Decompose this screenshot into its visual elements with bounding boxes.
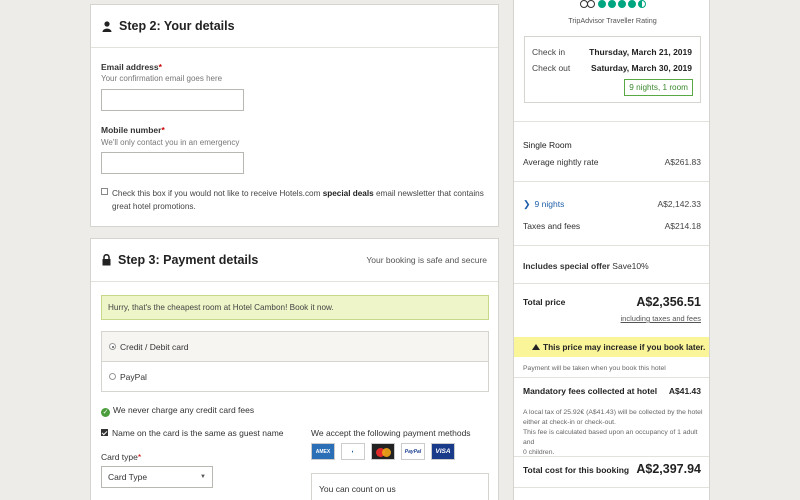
chevron-down-icon: ▼ [200,474,206,480]
arrow-up-icon [532,344,540,350]
avg-rate-value: A$261.83 [664,157,701,167]
checkin-label: Check in [532,47,566,57]
chevron-right-icon: ❯ [523,199,531,209]
local-tax-note: A local tax of 25.92€ (A$41.43) will be … [523,409,703,456]
newsletter-text: Check this box if you would not like to … [112,189,484,211]
payment-note: Payment will be taken when you book this… [523,365,666,372]
divider [514,456,709,457]
mandatory-fees-value: A$41.43 [668,386,701,396]
nights-value: A$2,142.33 [657,199,701,209]
email-hint: Your confirmation email goes here [101,74,223,83]
rating-bubble-icon [628,0,636,8]
step2-header: Step 2: Your details [91,5,498,48]
cheapest-room-alert: Hurry, that's the cheapest room at Hotel… [101,295,489,320]
visa-logo: VISA [431,443,455,460]
rating-label: TripAdvisor Traveller Rating [568,16,657,25]
room-type: Single Room [523,140,572,150]
checkin-value: Thursday, March 21, 2019 [589,47,692,57]
incl-taxes-link[interactable]: including taxes and fees [621,314,701,323]
newsletter-checkbox[interactable] [101,188,108,195]
step3-header: Step 3: Payment details Your booking is … [91,239,498,282]
mobile-field[interactable] [101,152,244,174]
booking-summary: TripAdvisor Traveller Rating Check in Th… [513,0,710,500]
avg-rate-label: Average nightly rate [523,157,599,167]
nights-rooms-badge: 9 nights, 1 room [624,79,693,96]
divider [514,121,709,122]
rating-bubble-icon [618,0,626,8]
no-charge-note: ✓ We never charge any credit card fees [101,405,255,417]
total-price-value: A$2,356.51 [636,295,701,309]
radio-paypal[interactable] [109,373,116,380]
step2-card: Step 2: Your details Email address* Your… [90,4,499,227]
name-same-checkbox[interactable] [101,429,108,436]
stay-dates: Check in Thursday, March 21, 2019 Check … [524,36,701,103]
divider [514,377,709,378]
special-offer: Includes special offer Save10% [523,261,649,271]
mandatory-fees-label: Mandatory fees collected at hotel [523,386,658,396]
tripadvisor-owl-icon [580,0,595,8]
option-label: PayPal [120,372,147,382]
lock-icon [102,254,111,266]
count-on-us-box: You can count on us [311,473,489,500]
option-credit-card[interactable]: Credit / Debit card [102,332,488,362]
total-price-label: Total price [523,297,566,307]
checkout-label: Check out [532,63,571,73]
name-same-label: Name on the card is the same as guest na… [112,428,284,438]
divider [514,487,709,488]
check-circle-icon: ✓ [101,408,110,417]
card-type-select[interactable]: Card Type ▼ [101,466,213,488]
radio-credit-card[interactable] [109,343,116,350]
rating-half-bubble-icon [638,0,646,8]
total-cost-label: Total cost for this booking [523,465,630,475]
rating-bubble-icon [598,0,606,8]
card-type-label: Card type* [101,452,142,462]
taxes-label: Taxes and fees [523,221,581,231]
diners-logo: ◐ [341,443,365,460]
step3-title: Step 3: Payment details [118,253,259,267]
price-increase-warning: This price may increase if you book late… [514,337,709,357]
option-paypal[interactable]: PayPal [102,362,488,392]
tripadvisor-rating [580,0,648,8]
divider [514,283,709,284]
person-icon [102,20,112,32]
payment-methods: AMEX ◐ PayPal VISA [311,443,455,460]
taxes-value: A$214.18 [664,221,701,231]
option-label: Credit / Debit card [120,342,189,352]
mobile-label: Mobile number* [101,125,165,135]
divider [514,181,709,182]
payment-options: Credit / Debit card PayPal [101,331,489,392]
nights-breakdown-toggle[interactable]: ❯ 9 nights [523,199,564,210]
mastercard-logo [371,443,395,460]
mobile-hint: We'll only contact you in an emergency [101,138,240,147]
step3-card: Step 3: Payment details Your booking is … [90,238,499,500]
accept-title: We accept the following payment methods [311,428,471,438]
amex-logo: AMEX [311,443,335,460]
rating-bubble-icon [608,0,616,8]
step2-title: Step 2: Your details [119,19,235,33]
email-label: Email address* [101,62,162,72]
divider [514,245,709,246]
total-cost-value: A$2,397.94 [636,462,701,476]
secure-text: Your booking is safe and secure [366,255,487,265]
checkout-value: Saturday, March 30, 2019 [591,63,692,73]
paypal-logo: PayPal [401,443,425,460]
email-field[interactable] [101,89,244,111]
